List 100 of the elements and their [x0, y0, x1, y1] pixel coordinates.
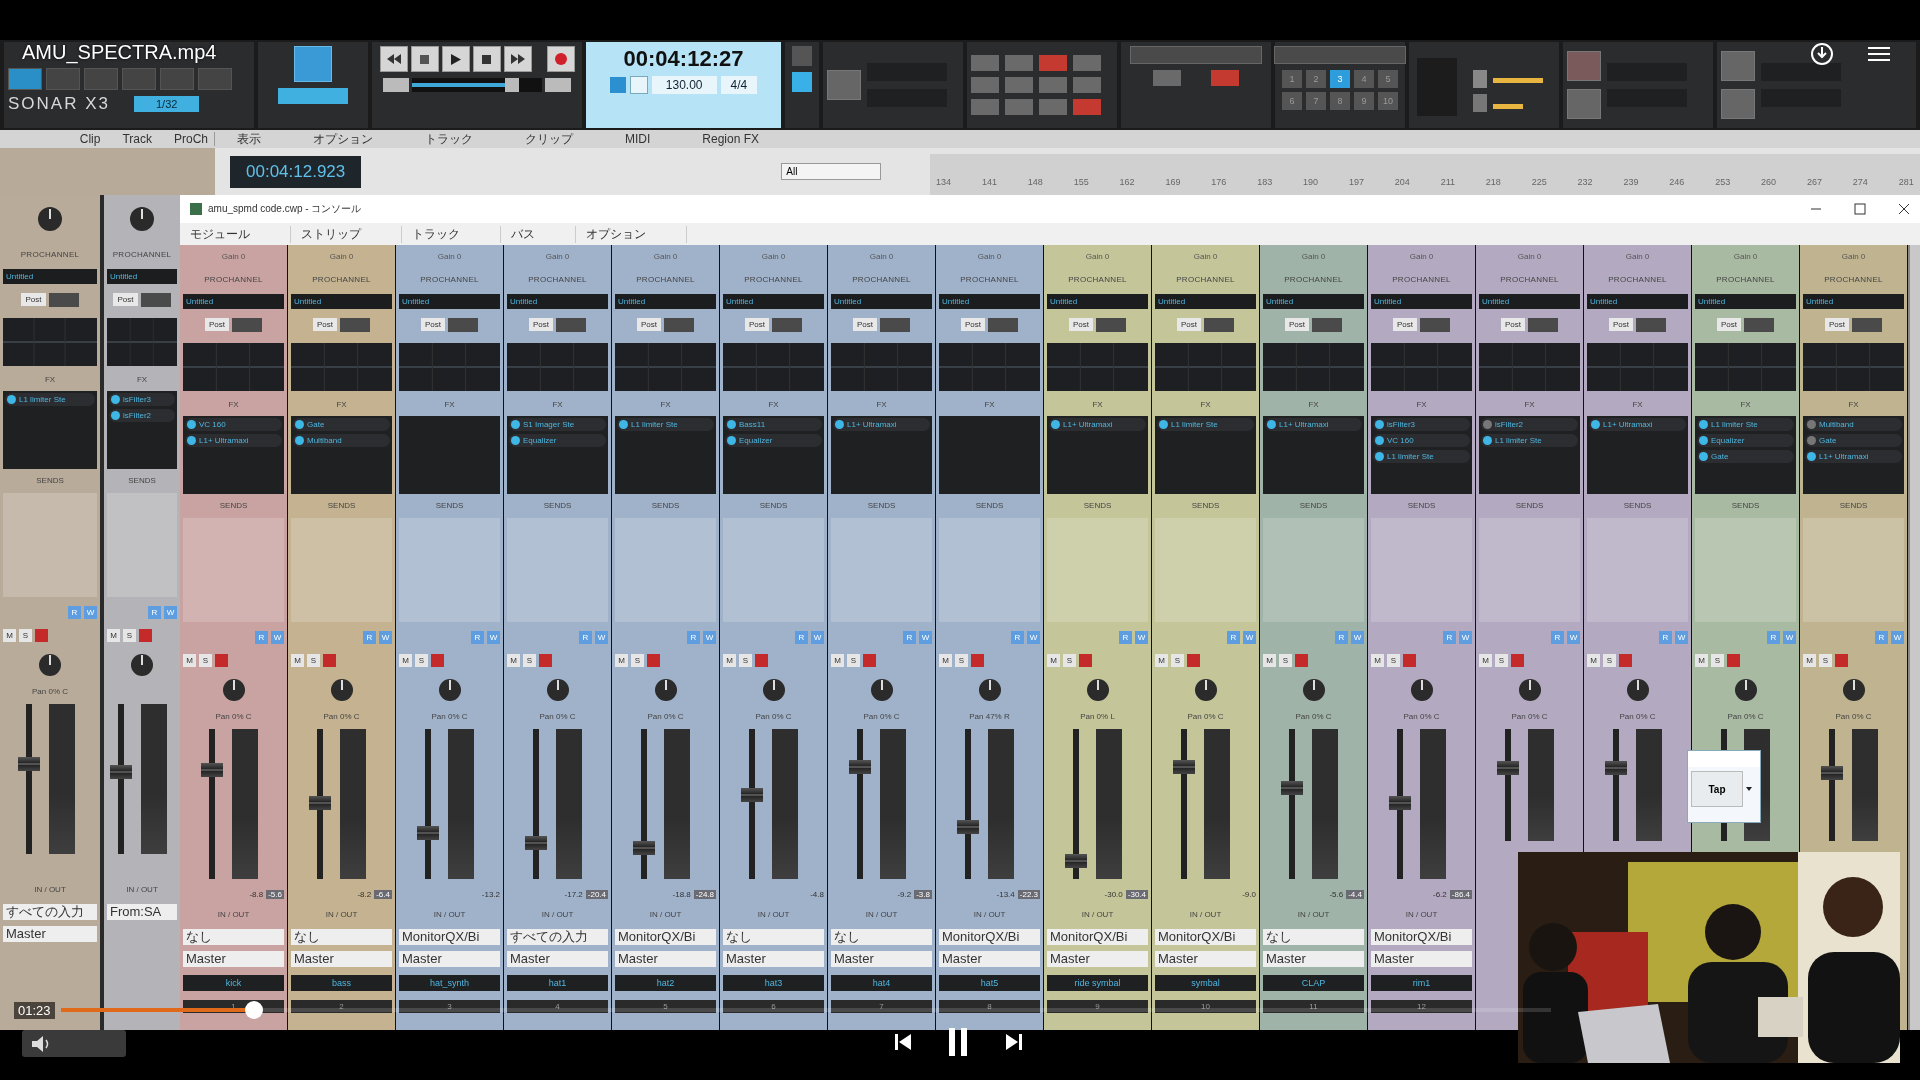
mute-button[interactable]: M: [507, 653, 520, 667]
preset-field[interactable]: Untitled: [399, 293, 500, 309]
fx-plugin[interactable]: isFilter3: [1373, 417, 1470, 431]
preset-field[interactable]: Untitled: [831, 293, 932, 309]
menu-item[interactable]: ストリップ: [291, 225, 402, 243]
mute-button[interactable]: M: [1047, 653, 1060, 667]
output-dropdown[interactable]: Master: [291, 951, 392, 967]
mute-button[interactable]: M: [1695, 653, 1708, 667]
input-dropdown[interactable]: MonitorQX/Bi: [939, 929, 1040, 945]
output-dropdown[interactable]: Master: [507, 951, 608, 967]
mute-button[interactable]: M: [615, 653, 628, 667]
preset-field[interactable]: Untitled: [507, 293, 608, 309]
fx-plugin[interactable]: L1 limiter Ste: [1481, 433, 1578, 447]
preset-field[interactable]: Untitled: [939, 293, 1040, 309]
menu-item[interactable]: 表示: [237, 130, 261, 148]
output-dropdown[interactable]: Master: [183, 951, 284, 967]
filter-dropdown[interactable]: All: [781, 163, 882, 180]
solo-button[interactable]: S: [1171, 653, 1184, 667]
preset-field[interactable]: Untitled: [1263, 293, 1364, 309]
fx-plugin[interactable]: Gate: [1697, 449, 1794, 463]
track-name[interactable]: hat_synth: [399, 975, 500, 991]
menu-item[interactable]: クリップ: [525, 130, 573, 148]
menu-item[interactable]: モジュール: [180, 225, 291, 243]
track-name[interactable]: rim1: [1371, 975, 1472, 991]
input-dropdown[interactable]: なし: [183, 929, 284, 945]
mute-button[interactable]: M: [1587, 653, 1600, 667]
preset-field[interactable]: Untitled: [1155, 293, 1256, 309]
fx-plugin[interactable]: L1+ Ultramaxi: [185, 433, 282, 447]
post-button[interactable]: Post: [313, 318, 337, 331]
track-name[interactable]: hat1: [507, 975, 608, 991]
mute-button[interactable]: M: [291, 653, 304, 667]
fx-plugin[interactable]: L1+ Ultramaxi: [833, 417, 930, 431]
fx-plugin[interactable]: isFilter2: [109, 408, 175, 422]
fx-plugin[interactable]: VC 160: [185, 417, 282, 431]
output-dropdown[interactable]: Master: [939, 951, 1040, 967]
timeline-ruler[interactable]: 134 141 148 155 162 169 176 183 190 197 204 211 218 225 232 239 246 253 260 267 274 281: [930, 154, 1920, 195]
preset-field[interactable]: Untitled: [1479, 293, 1580, 309]
menu-item[interactable]: MIDI: [625, 132, 651, 146]
post-button[interactable]: Post: [1501, 318, 1525, 331]
fx-plugin[interactable]: L1 limiter Ste: [5, 392, 95, 406]
input-dropdown[interactable]: MonitorQX/Bi: [615, 929, 716, 945]
preset-field[interactable]: Untitled: [1371, 293, 1472, 309]
preset-field[interactable]: Untitled: [723, 293, 824, 309]
input-dropdown[interactable]: なし: [723, 929, 824, 945]
fx-plugin[interactable]: Equalizer: [725, 433, 822, 447]
menu-item[interactable]: トラック: [402, 225, 501, 243]
post-button[interactable]: Post: [205, 318, 229, 331]
post-button[interactable]: Post: [1825, 318, 1849, 331]
menu-item[interactable]: トラック: [425, 130, 473, 148]
fx-plugin[interactable]: Multiband: [293, 433, 390, 447]
tap-button[interactable]: Tap: [1691, 771, 1743, 807]
track-name[interactable]: hat5: [939, 975, 1040, 991]
input-dropdown[interactable]: すべての入力: [3, 904, 97, 920]
preset-field[interactable]: Untitled: [3, 268, 97, 284]
mute-button[interactable]: M: [939, 653, 952, 667]
solo-button[interactable]: S: [307, 653, 320, 667]
menu-item[interactable]: バス: [501, 225, 576, 243]
solo-button[interactable]: S: [199, 653, 212, 667]
mute-button[interactable]: M: [399, 653, 412, 667]
fx-plugin[interactable]: L1+ Ultramaxi: [1265, 417, 1362, 431]
solo-button[interactable]: S: [631, 653, 644, 667]
view-tab[interactable]: Track: [122, 132, 152, 146]
fx-plugin[interactable]: Equalizer: [509, 433, 606, 447]
input-dropdown[interactable]: From:SA: [107, 904, 177, 920]
output-dropdown[interactable]: Master: [615, 951, 716, 967]
solo-button[interactable]: S: [1711, 653, 1724, 667]
post-button[interactable]: Post: [745, 318, 769, 331]
solo-button[interactable]: S: [1603, 653, 1616, 667]
output-dropdown[interactable]: Master: [1047, 951, 1148, 967]
output-dropdown[interactable]: Master: [399, 951, 500, 967]
post-button[interactable]: Post: [421, 318, 445, 331]
fx-plugin[interactable]: Gate: [293, 417, 390, 431]
input-dropdown[interactable]: MonitorQX/Bi: [1155, 929, 1256, 945]
track-name[interactable]: hat3: [723, 975, 824, 991]
mute-button[interactable]: M: [3, 628, 16, 642]
input-dropdown[interactable]: MonitorQX/Bi: [399, 929, 500, 945]
track-name[interactable]: hat4: [831, 975, 932, 991]
solo-button[interactable]: S: [1387, 653, 1400, 667]
fx-plugin[interactable]: Gate: [1805, 433, 1902, 447]
post-button[interactable]: Post: [1609, 318, 1633, 331]
solo-button[interactable]: S: [1063, 653, 1076, 667]
solo-button[interactable]: S: [1279, 653, 1292, 667]
menu-item[interactable]: オプション: [313, 130, 373, 148]
fx-plugin[interactable]: L1+ Ultramaxi: [1049, 417, 1146, 431]
output-dropdown[interactable]: Master: [3, 926, 97, 942]
preset-field[interactable]: Untitled: [1587, 293, 1688, 309]
preset-field[interactable]: Untitled: [107, 268, 177, 284]
post-button[interactable]: Post: [1717, 318, 1741, 331]
mute-button[interactable]: M: [1263, 653, 1276, 667]
snap-field[interactable]: 1/32: [134, 96, 200, 112]
preset-field[interactable]: Untitled: [1047, 293, 1148, 309]
input-dropdown[interactable]: すべての入力: [507, 929, 608, 945]
solo-button[interactable]: S: [955, 653, 968, 667]
fx-plugin[interactable]: Multiband: [1805, 417, 1902, 431]
fx-plugin[interactable]: L1+ Ultramaxi: [1589, 417, 1686, 431]
fx-plugin[interactable]: isFilter3: [109, 392, 175, 406]
post-button[interactable]: Post: [21, 293, 46, 306]
mute-button[interactable]: M: [183, 653, 196, 667]
post-button[interactable]: Post: [1069, 318, 1093, 331]
output-dropdown[interactable]: Master: [1371, 951, 1472, 967]
